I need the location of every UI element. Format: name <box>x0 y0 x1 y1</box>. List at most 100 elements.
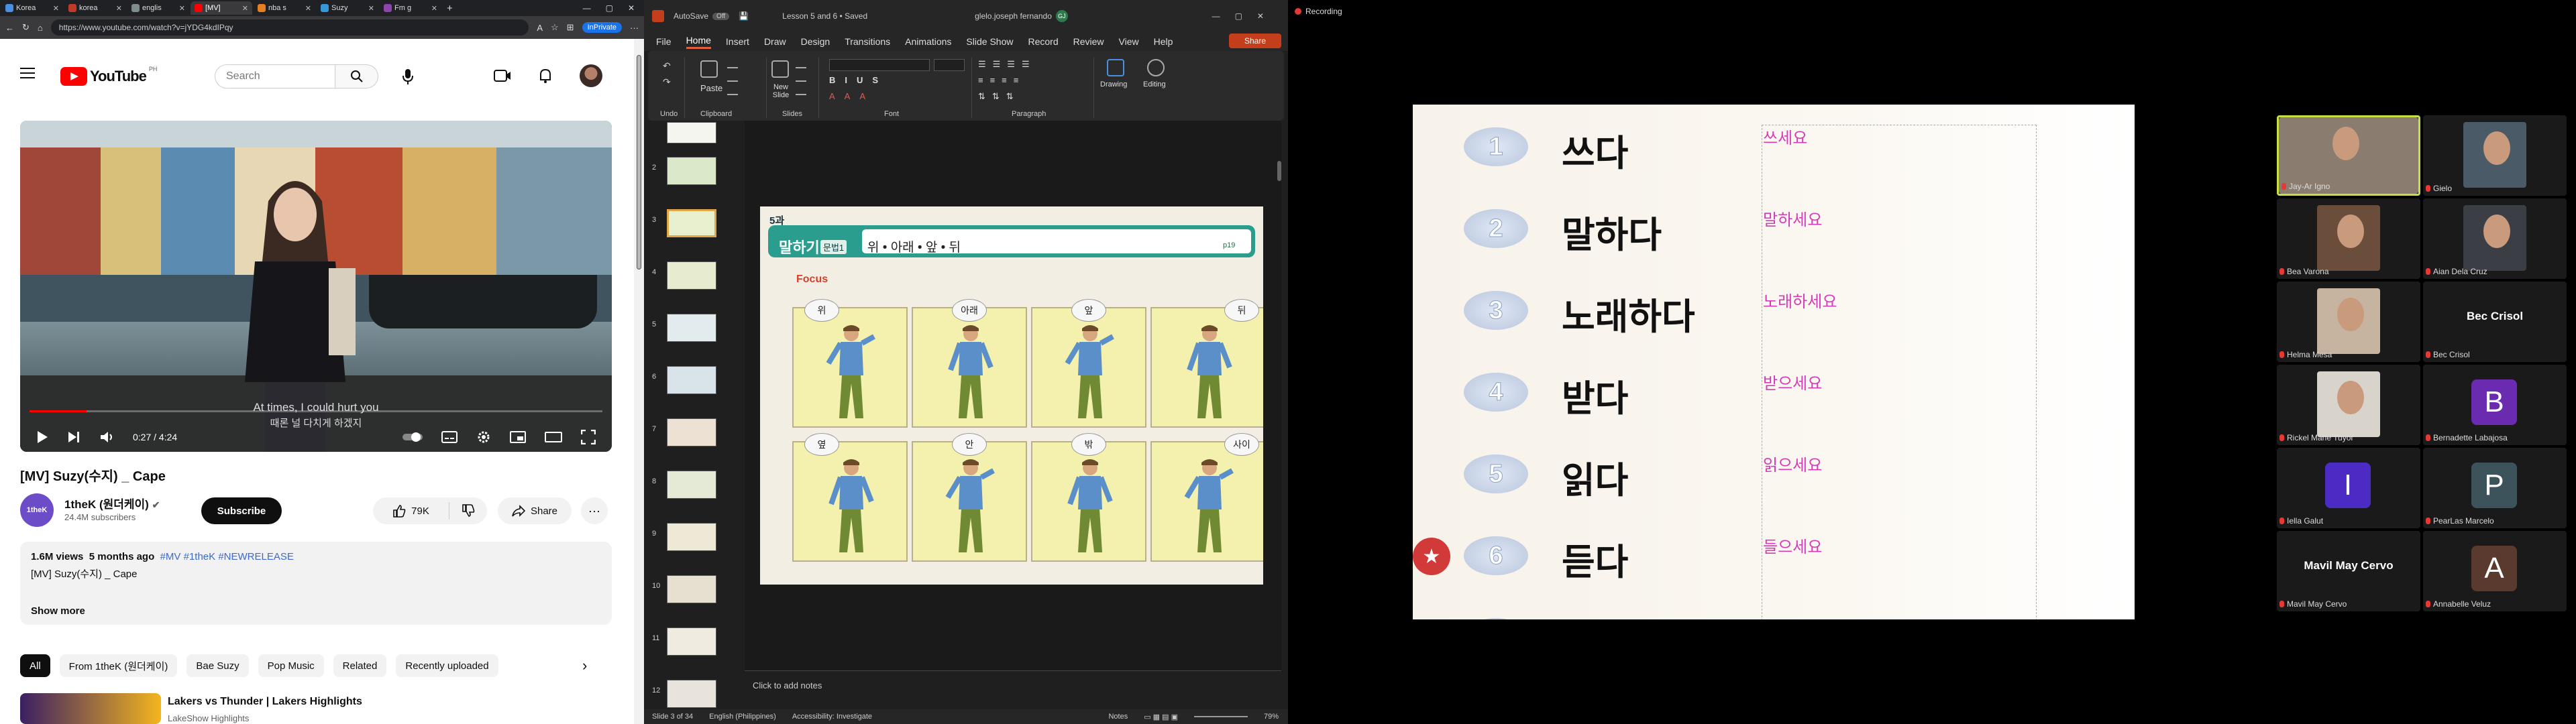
ppt-menu-item[interactable]: Record <box>1028 36 1058 47</box>
volume-icon[interactable] <box>99 430 114 444</box>
cut-icon[interactable] <box>727 59 738 68</box>
channel-name[interactable]: 1theK (원더케이) ✔ <box>64 495 160 511</box>
font-format-buttons[interactable]: BIUS <box>829 75 888 85</box>
slide-thumbnail[interactable] <box>667 366 716 394</box>
current-slide[interactable]: 5과 말하기 문법1 위 • 아래 • 앞 • 뒤 p19 Focus 위 아래 앞… <box>760 206 1263 585</box>
undo-icon[interactable]: ↶ <box>663 60 675 71</box>
dislike-button[interactable] <box>449 504 487 518</box>
maximize-icon[interactable]: ▢ <box>606 3 613 13</box>
editing-icon[interactable] <box>1147 59 1165 76</box>
answer-text[interactable]: 읽으세요 <box>1763 452 1822 475</box>
ppt-menu-item[interactable]: File <box>656 36 672 47</box>
editing-label[interactable]: Editing <box>1143 80 1166 88</box>
format-painter-icon[interactable] <box>727 86 738 95</box>
inprivate-badge[interactable]: InPrivate <box>582 22 622 33</box>
accessibility-indicator[interactable]: Accessibility: Investigate <box>792 713 872 721</box>
answer-text[interactable]: 말하세요 <box>1763 206 1822 230</box>
read-aloud-icon[interactable]: A <box>537 23 543 33</box>
page-scrollbar[interactable] <box>634 39 644 724</box>
drawing-label[interactable]: Drawing <box>1100 80 1127 88</box>
close-icon[interactable]: ✕ <box>628 3 635 13</box>
answer-text[interactable]: 들으세요 <box>1763 534 1822 557</box>
notes-toggle[interactable]: Notes <box>1108 713 1128 721</box>
browser-tab[interactable]: nba s ✕ <box>254 1 315 15</box>
channel-avatar[interactable]: 1theK <box>20 493 54 527</box>
create-icon[interactable] <box>494 68 511 83</box>
tab-close-icon[interactable]: ✕ <box>116 4 122 13</box>
slide-scrollbar[interactable] <box>1277 161 1281 181</box>
ppt-menu-item[interactable]: Insert <box>726 36 749 47</box>
search-button[interactable] <box>335 64 378 88</box>
account-avatar[interactable] <box>580 64 602 87</box>
participant-tile[interactable]: I Iella Galut <box>2277 448 2420 528</box>
ppt-share-button[interactable]: Share <box>1229 34 1281 48</box>
chevron-right-icon[interactable]: › <box>582 657 587 674</box>
slide-thumbnail[interactable] <box>667 261 716 290</box>
ppt-menu-item[interactable]: Draw <box>764 36 786 47</box>
slide-thumbnail[interactable] <box>667 627 716 656</box>
font-size-select[interactable] <box>934 59 965 71</box>
participant-tile[interactable]: Gielo <box>2423 115 2567 196</box>
answer-text[interactable]: 만드세요 <box>1763 614 1822 619</box>
drawing-icon[interactable] <box>1107 59 1124 76</box>
reset-icon[interactable] <box>796 72 806 82</box>
ppt-window-controls[interactable]: —▢✕ <box>1212 11 1279 21</box>
new-slide-label[interactable]: New Slide <box>767 83 794 99</box>
ppt-menu-item[interactable]: Review <box>1073 36 1104 47</box>
slide-thumbnail[interactable] <box>667 471 716 499</box>
slide-thumbnail[interactable] <box>667 157 716 185</box>
browser-tab[interactable]: Korea ✕ <box>1 1 63 15</box>
more-actions-icon[interactable]: ··· <box>581 497 608 524</box>
autoplay-toggle-icon[interactable] <box>402 432 423 442</box>
mic-icon[interactable] <box>398 67 417 86</box>
subscribe-button[interactable]: Subscribe <box>201 497 282 524</box>
slide-thumbnail[interactable] <box>667 575 716 603</box>
hashtags[interactable]: #MV #1theK #NEWRELEASE <box>160 551 294 562</box>
favorite-icon[interactable]: ☆ <box>551 22 559 33</box>
subtitles-icon[interactable] <box>441 431 458 443</box>
document-title[interactable]: Lesson 5 and 6 • Saved <box>782 11 867 21</box>
redo-icon[interactable]: ↷ <box>663 76 675 87</box>
copy-icon[interactable] <box>727 72 738 82</box>
participant-tile[interactable]: B Bernadette Labajosa <box>2423 365 2567 445</box>
ppt-menu-item[interactable]: Transitions <box>845 36 890 47</box>
participant-tile[interactable]: P PearLas Marcelo <box>2423 448 2567 528</box>
play-icon[interactable] <box>36 430 48 444</box>
paste-label[interactable]: Paste <box>700 83 722 93</box>
theater-mode-icon[interactable] <box>545 431 562 443</box>
tab-close-icon[interactable]: ✕ <box>305 4 311 13</box>
participant-tile[interactable]: A Annabelle Veluz <box>2423 531 2567 611</box>
show-more-link[interactable]: Show more <box>31 605 85 617</box>
section-icon[interactable] <box>796 86 806 95</box>
answer-text[interactable]: 사세요 <box>1902 614 1947 619</box>
browser-tab[interactable]: [MV] ✕ <box>191 1 252 15</box>
url-field[interactable]: https://www.youtube.com/watch?v=jYDG4kdI… <box>50 19 529 36</box>
browser-tab[interactable]: englis ✕ <box>127 1 189 15</box>
ppt-menu-item[interactable]: Animations <box>905 36 951 47</box>
ppt-menu-item[interactable]: Design <box>801 36 830 47</box>
like-button[interactable]: 79K <box>373 502 449 520</box>
settings-icon[interactable] <box>476 430 491 444</box>
tab-close-icon[interactable]: ✕ <box>368 4 374 13</box>
direction-buttons[interactable]: ⇅⇅⇅ <box>978 91 1020 102</box>
slide-thumbnail[interactable] <box>667 314 716 342</box>
ppt-menu-item[interactable]: Help <box>1154 36 1173 47</box>
notes-pane[interactable]: Click to add notes <box>745 670 1281 704</box>
filter-chip[interactable]: Related <box>333 654 387 677</box>
answer-text[interactable]: 노래하세요 <box>1763 288 1837 312</box>
slide-thumbnail[interactable] <box>667 418 716 446</box>
menu-icon[interactable] <box>20 67 35 79</box>
browser-tab[interactable]: Fm g ✕ <box>380 1 441 15</box>
ppt-menu-item[interactable]: View <box>1119 36 1139 47</box>
filter-chip[interactable]: Bae Suzy <box>186 654 249 677</box>
participant-tile[interactable]: Jay-Ar Igno <box>2277 115 2420 196</box>
browser-tab[interactable]: korea ✕ <box>64 1 126 15</box>
save-icon[interactable]: 💾 <box>739 11 749 21</box>
layout-icon[interactable] <box>796 59 806 68</box>
filter-chip[interactable]: From 1theK (원더케이) <box>59 654 178 677</box>
progress-bar[interactable] <box>30 410 602 412</box>
filter-chip[interactable]: Pop Music <box>258 654 324 677</box>
filter-chip[interactable]: Recently uploaded <box>396 654 498 677</box>
slide-thumbnail[interactable] <box>667 122 716 143</box>
participant-tile[interactable]: Bea Varona <box>2277 198 2420 279</box>
